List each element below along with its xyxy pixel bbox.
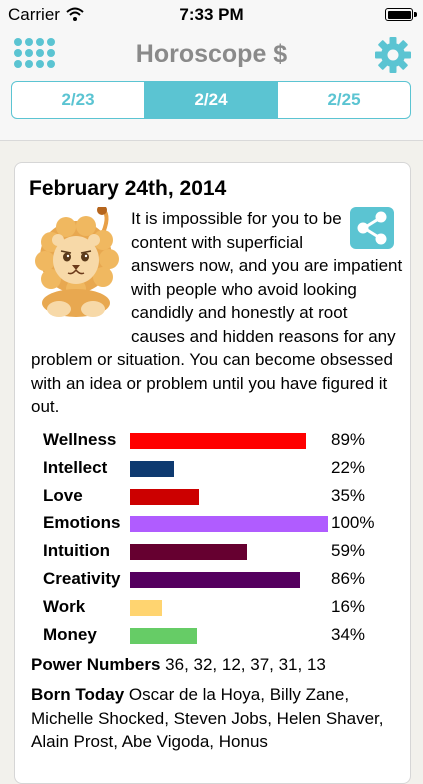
rating-percent: 86% [331, 568, 366, 588]
rating-percent: 35% [331, 485, 366, 505]
rating-bar [130, 433, 306, 449]
rating-bar [130, 488, 199, 505]
rating-percent: 22% [331, 457, 366, 477]
rating-bar [130, 516, 328, 533]
rating-label: Work [43, 596, 86, 616]
rating-percent: 59% [331, 541, 366, 561]
rating-bar [130, 571, 300, 588]
rating-percent: 89% [331, 430, 366, 449]
rating-percent: 16% [331, 596, 366, 616]
power-numbers-value: 36, 32, 12, 37, 31, 13 [165, 655, 326, 674]
rating-label: Creativity [43, 568, 121, 588]
power-numbers: Power Numbers 36, 32, 12, 37, 31, 13 [31, 655, 326, 675]
gear-icon[interactable] [374, 36, 412, 74]
rating-row: Intellect 22% [43, 455, 403, 483]
rating-label: Wellness [43, 430, 117, 449]
born-today: Born Today Oscar de la Hoya, Billy Zane,… [31, 683, 403, 754]
rating-bar [130, 544, 247, 561]
rating-label: Intellect [43, 457, 108, 477]
rating-label: Intuition [43, 541, 111, 561]
power-numbers-label: Power Numbers [31, 655, 161, 674]
rating-label: Money [43, 624, 97, 644]
page-title: Horoscope $ [135, 40, 288, 68]
rating-row: Work 16% [43, 594, 403, 622]
rating-bar [130, 599, 162, 616]
ratings-list: Wellness 89% Intellect 22% Love 35% Emotions 10… [43, 427, 403, 649]
rating-row: Intuition 59% [43, 538, 403, 566]
rating-row: Wellness 89% [43, 427, 403, 455]
date-selector: 2/23 2/24 2/25 [11, 81, 411, 119]
tab-previous-day[interactable]: 2/23 [12, 82, 144, 118]
reading-text-block: It is impossible for you to be content w… [31, 207, 403, 419]
battery-icon [385, 8, 417, 21]
rating-label: Love [43, 485, 83, 505]
rating-percent: 100% [331, 513, 375, 533]
rating-row: Creativity 86% [43, 566, 403, 594]
born-today-label: Born Today [31, 685, 125, 704]
rating-label: Emotions [43, 513, 121, 533]
navigation-bar: Horoscope $ 2/23 2/24 2/25 [0, 30, 423, 141]
rating-bar [130, 460, 174, 477]
tab-current-day[interactable]: 2/24 [144, 82, 277, 118]
clock: 7:33 PM [179, 5, 244, 24]
horoscope-card: February 24th, 2014 It is impossible for… [14, 162, 411, 784]
status-bar: Carrier 7:33 PM [0, 0, 423, 30]
rating-row: Love 35% [43, 483, 403, 511]
rating-percent: 34% [331, 624, 366, 644]
rating-row: Emotions 100% [43, 510, 403, 538]
rating-bar [130, 627, 197, 644]
reading-date: February 24th, 2014 [29, 177, 227, 200]
rating-row: Money 34% [43, 622, 403, 650]
tab-next-day[interactable]: 2/25 [277, 82, 410, 118]
